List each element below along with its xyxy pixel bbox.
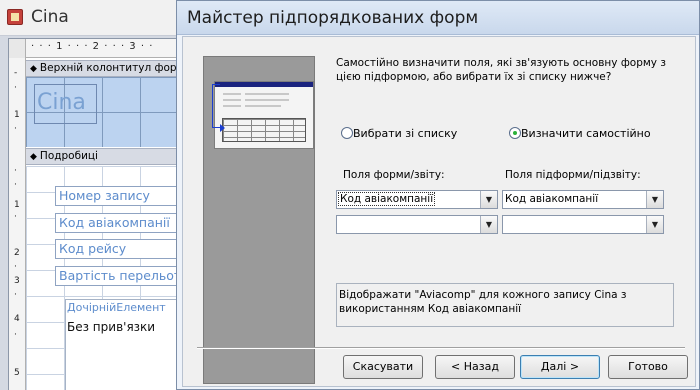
subform-fields-label: Поля підформи/підзвіту:: [505, 169, 641, 181]
finish-button[interactable]: Готово: [608, 355, 688, 379]
subform-label: ДочірнійЕлемент: [67, 301, 166, 314]
form-field-value-1: Код авіакомпанії: [337, 192, 436, 206]
ruler-mark: ·: [14, 212, 17, 222]
form-field-select-2[interactable]: ▼: [336, 215, 498, 234]
ruler-mark: ·: [14, 166, 17, 176]
preview-titlebar: [215, 82, 313, 87]
header-title-label[interactable]: Cina: [34, 84, 97, 124]
preview-line: [245, 99, 289, 101]
form-field-select-1[interactable]: Код авіакомпанії ▼: [336, 190, 498, 209]
subform-field-value-1: Код авіакомпанії: [505, 193, 599, 205]
button-separator: [197, 347, 685, 349]
radio-label: Визначити самостійно: [521, 127, 651, 140]
radio-button-checked[interactable]: [509, 127, 521, 139]
dialog-titlebar[interactable]: Майстер підпорядкованих форм: [177, 1, 699, 35]
preview-datasheet: [222, 118, 306, 142]
chevron-down-icon[interactable]: ▼: [646, 191, 663, 208]
form-icon: [7, 9, 23, 25]
dialog-body: Самостійно визначити поля, які зв'язують…: [182, 36, 696, 387]
subform-field-select-1[interactable]: Код авіакомпанії ▼: [502, 190, 664, 209]
back-button[interactable]: < Назад: [435, 355, 515, 379]
preview-line: [223, 99, 241, 101]
ruler-mark: -: [14, 68, 18, 78]
ruler-mark: ·: [14, 83, 17, 93]
section-arrow-icon: ◆: [30, 152, 37, 162]
section-arrow-icon: ◆: [30, 64, 37, 74]
ruler-mark: ·: [14, 180, 17, 190]
field-label[interactable]: Вартість перельоту: [55, 266, 180, 286]
ruler-mark: 4: [14, 314, 20, 324]
chevron-down-icon[interactable]: ▼: [646, 216, 663, 233]
detail-section-bar[interactable]: ◆ Подробиці: [26, 148, 181, 165]
form-preview-icon: [212, 81, 314, 149]
wizard-illustration: [203, 56, 315, 384]
ruler-mark: ·: [14, 262, 17, 272]
form-design-surface[interactable]: · · · 1 · · · 2 · · · 3 · · - · 1 · · · …: [8, 38, 181, 390]
ruler-mark: 2: [14, 248, 20, 258]
cancel-button[interactable]: Скасувати: [343, 355, 423, 379]
subform-unbound-text: Без прив'язки: [67, 320, 156, 334]
subform-control[interactable]: ДочірнійЕлемент Без прив'язки: [65, 299, 181, 390]
arrowhead-icon: [220, 124, 225, 132]
detail-section-label: Подробиці: [39, 150, 98, 162]
horizontal-ruler: · · · 1 · · · 2 · · · 3 · ·: [9, 39, 181, 58]
form-fields-label: Поля форми/звіту:: [343, 169, 445, 181]
preview-line: [245, 105, 281, 107]
ruler-mark: 1: [14, 110, 20, 120]
form-header-section-bar[interactable]: ◆ Верхній колонтитул форми: [26, 60, 181, 77]
preview-line: [223, 93, 241, 95]
radio-label: Вибрати зі списку: [353, 127, 458, 140]
link-summary-box: Відображати "Aviacomp" для кожного запис…: [336, 283, 674, 327]
ruler-ticks: · · · 1 · · · 2 · · · 3 · ·: [31, 41, 154, 52]
ruler-mark: ·: [14, 330, 17, 340]
background-window-title: Cina: [31, 7, 69, 27]
radio-choose-from-list[interactable]: Вибрати зі списку: [341, 127, 457, 140]
ruler-mark: 5: [14, 368, 20, 378]
wizard-description: Самостійно визначити поля, які зв'язують…: [336, 57, 666, 83]
subform-wizard-dialog: Майстер підпорядкованих форм Самостійно …: [176, 0, 700, 390]
radio-button[interactable]: [341, 127, 353, 139]
field-label[interactable]: Код рейсу: [55, 239, 180, 259]
section-header-label: Верхній колонтитул форми: [39, 62, 181, 74]
field-label[interactable]: Номер запису: [55, 186, 180, 206]
ruler-mark: 1: [14, 200, 20, 210]
ruler-mark: ·: [14, 290, 17, 300]
ruler-corner[interactable]: [9, 39, 26, 58]
radio-define-myself[interactable]: Визначити самостійно: [509, 127, 651, 140]
ruler-mark: ·: [14, 124, 17, 134]
dialog-title: Майстер підпорядкованих форм: [187, 8, 479, 28]
chevron-down-icon[interactable]: ▼: [480, 191, 497, 208]
ruler-mark: 3: [14, 276, 20, 286]
preview-line: [223, 105, 241, 107]
vertical-ruler: - · 1 · · · 1 · 2 · 3 · 4 · 5: [9, 58, 26, 390]
background-titlebar: Cina: [0, 0, 180, 36]
chevron-down-icon[interactable]: ▼: [480, 216, 497, 233]
link-arrow-icon: [212, 84, 220, 128]
preview-line: [245, 93, 289, 95]
next-button[interactable]: Далі >: [520, 355, 600, 379]
subform-field-select-2[interactable]: ▼: [502, 215, 664, 234]
field-label[interactable]: Код авіакомпанії: [55, 213, 180, 233]
